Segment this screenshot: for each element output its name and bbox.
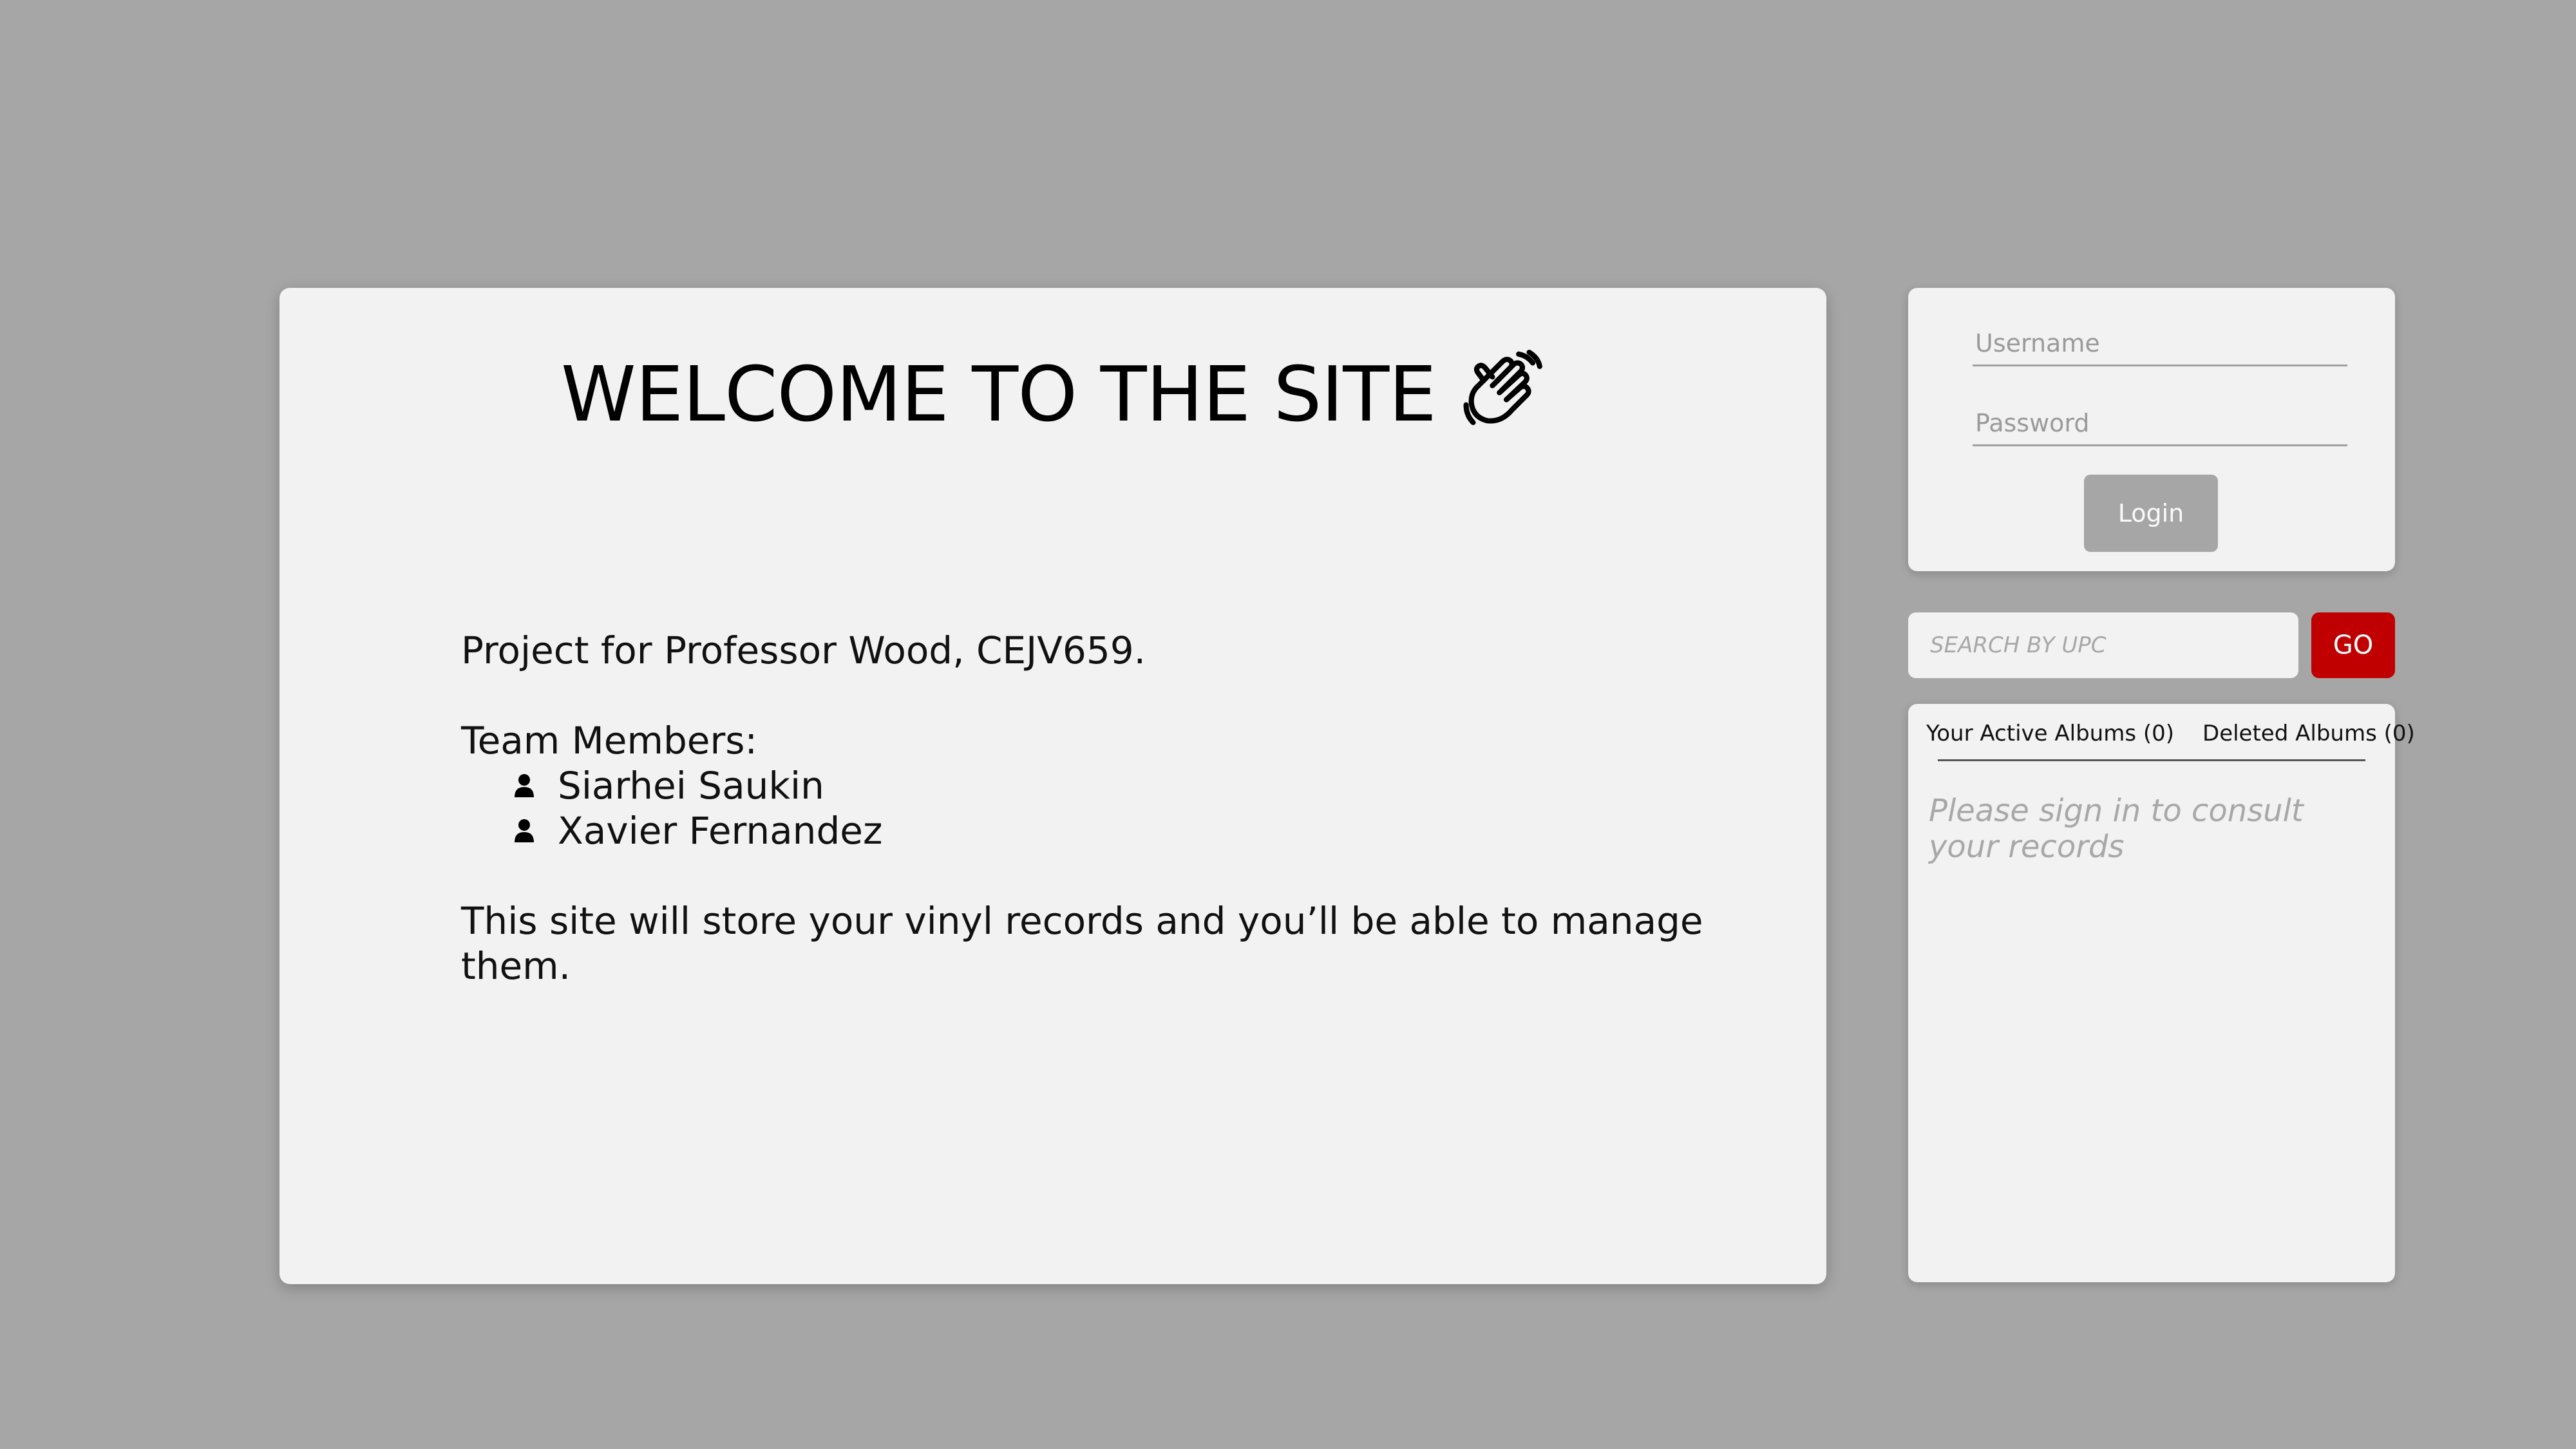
team-member-name: Siarhei Saukin — [558, 764, 824, 808]
tab-underline — [1938, 759, 2365, 761]
albums-panel: Your Active Albums (0) Deleted Albums (0… — [1908, 704, 2415, 1282]
tab-deleted-albums[interactable]: Deleted Albums (0) — [2202, 721, 2415, 746]
album-tabs: Your Active Albums (0) Deleted Albums (0… — [1926, 715, 2415, 752]
waving-hand-icon — [1457, 347, 1545, 437]
site-description: This site will store your vinyl records … — [461, 899, 1703, 988]
team-member-name: Xavier Fernandez — [558, 809, 883, 853]
username-field[interactable] — [1973, 321, 2347, 366]
go-button[interactable]: GO — [2311, 612, 2395, 678]
team-label: Team Members: — [461, 719, 758, 762]
tab-active-albums[interactable]: Your Active Albums (0) — [1926, 721, 2174, 746]
upc-search-input[interactable] — [1908, 612, 2298, 678]
person-icon — [513, 818, 536, 844]
welcome-header: WELCOME TO THE SITE — [279, 349, 1826, 439]
person-icon — [513, 773, 536, 799]
welcome-content: Project for Professor Wood, CEJV659. Tea… — [461, 628, 1762, 989]
page-title: WELCOME TO THE SITE — [561, 350, 1437, 439]
team-member: Xavier Fernandez — [513, 808, 1762, 853]
welcome-panel: WELCOME TO THE SITE Project for Professo… — [279, 288, 1826, 1284]
project-line: Project for Professor Wood, CEJV659. — [461, 629, 1146, 672]
login-panel: Login — [1908, 288, 2395, 571]
sign-in-message: Please sign in to consult your records — [1929, 793, 2304, 865]
login-button[interactable]: Login — [2084, 475, 2218, 552]
team-member: Siarhei Saukin — [513, 763, 1762, 808]
password-field[interactable] — [1973, 401, 2347, 446]
